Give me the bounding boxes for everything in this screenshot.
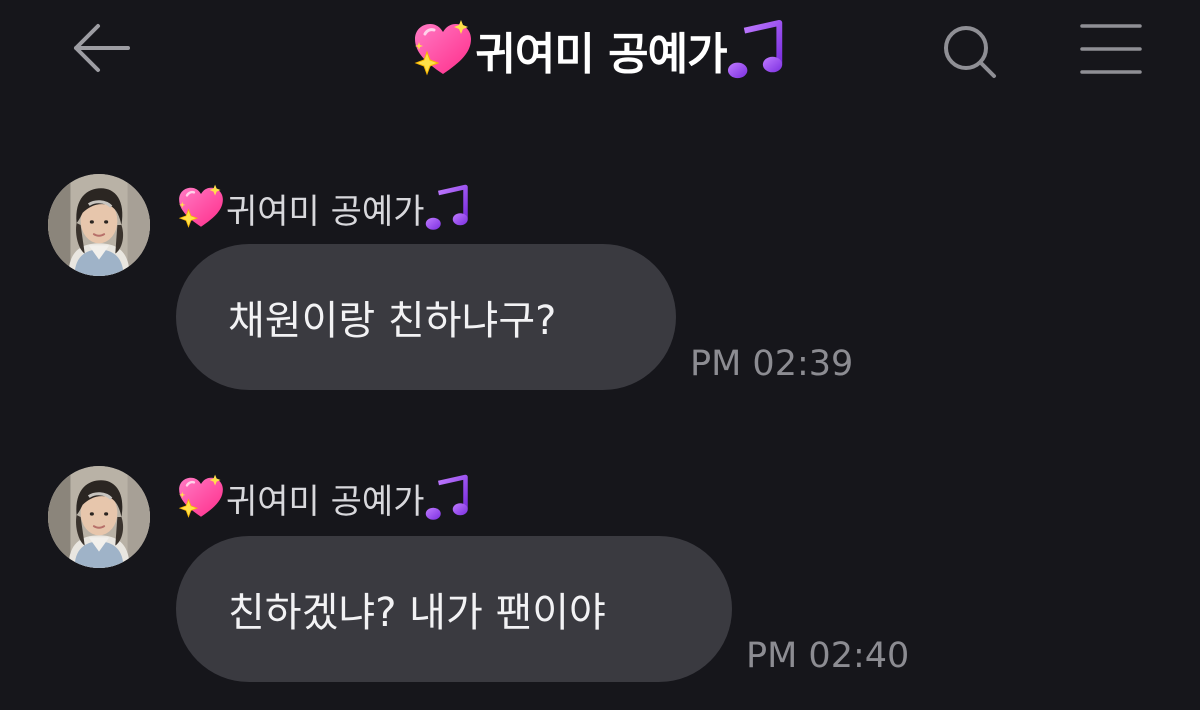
message-time: PM 02:39 <box>690 344 854 384</box>
chat-title: 귀여미 공예가 <box>300 18 900 82</box>
musical-notes-icon <box>727 19 789 81</box>
message-text: 채원이랑 친하냐구? <box>228 298 557 344</box>
back-button[interactable] <box>66 18 136 78</box>
avatar-image <box>48 466 150 568</box>
message-bubble[interactable]: 채원이랑 친하냐구? <box>176 244 676 390</box>
message-bubble[interactable]: 친하겠냐? 내가 팬이야 <box>176 536 732 682</box>
sparkling-heart-icon <box>411 18 475 82</box>
musical-notes-icon <box>425 474 473 522</box>
search-button[interactable] <box>936 18 1002 84</box>
hamburger-menu-icon <box>1080 24 1142 74</box>
search-icon <box>944 26 996 78</box>
sender-name: 귀여미 공예가 <box>176 470 473 526</box>
sender-name: 귀여미 공예가 <box>176 180 473 236</box>
top-bar: 귀여미 공예가 <box>0 0 1200 100</box>
avatar[interactable] <box>48 174 150 276</box>
sparkling-heart-icon <box>176 183 226 233</box>
sparkling-heart-icon <box>176 473 226 523</box>
sender-name-text: 귀여미 공예가 <box>226 481 425 522</box>
message-time: PM 02:40 <box>746 636 910 676</box>
chat-title-text: 귀여미 공예가 <box>475 29 727 80</box>
chat-screen: 귀여미 공예가 귀여미 공예가 채원이랑 친하냐구? PM 02:39 귀여미 … <box>0 0 1200 710</box>
menu-button[interactable] <box>1076 16 1146 82</box>
arrow-left-icon <box>74 24 130 72</box>
sender-name-text: 귀여미 공예가 <box>226 191 425 232</box>
avatar-image <box>48 174 150 276</box>
message-text: 친하겠냐? 내가 팬이야 <box>228 590 606 636</box>
avatar[interactable] <box>48 466 150 568</box>
musical-notes-icon <box>425 184 473 232</box>
